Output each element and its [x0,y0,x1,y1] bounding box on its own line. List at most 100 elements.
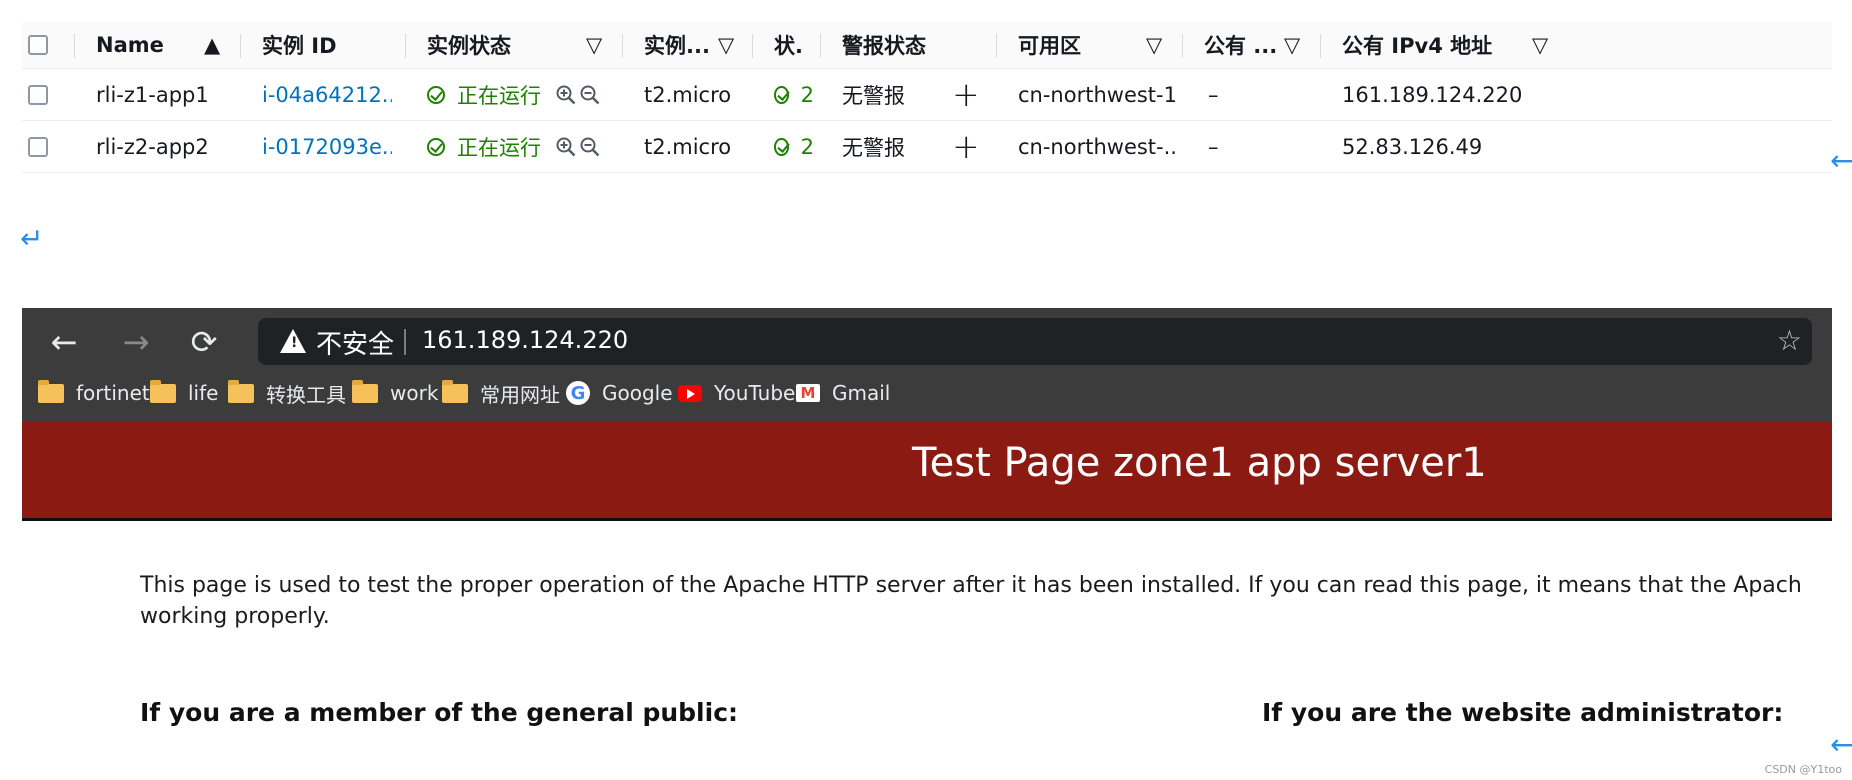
add-alarm-button[interactable]: + [952,121,976,172]
col-dns-header[interactable]: 公有 ... [1204,22,1284,68]
col-name-header[interactable]: Name [96,22,220,68]
google-icon: G [566,381,590,405]
select-all-cell [28,22,52,68]
alarm-status: 无警报 [842,135,905,160]
status-check-label: 2 [800,82,814,107]
folder-icon [150,379,176,403]
table-row[interactable]: rli-z2-app2 i-0172093e... 正在运行 t2.micro … [22,121,1832,173]
reload-icon[interactable]: ⟳ [184,322,224,362]
col-type-header[interactable]: 实例... [644,22,714,68]
col-alarm-label: 警报状态 [842,34,926,58]
public-ip: 161.189.124.220 [1342,82,1523,107]
bookmark-life[interactable]: life [150,372,218,414]
row-select-cell [28,69,52,120]
status-check[interactable]: 2 [774,121,814,172]
row-checkbox[interactable] [28,136,48,157]
browser-window: ← → ⟳ ! 不安全 161.189.124.220 ☆ fortinet l… [22,308,1832,780]
bookmark-label: work [390,381,439,405]
status-check[interactable]: 2 [774,69,814,120]
zoom-out-icon[interactable] [580,85,600,105]
bookmark-common-sites[interactable]: 常用网址 [442,372,560,414]
col-state-label: 实例状态 [427,34,511,58]
zoom-out-icon[interactable] [580,137,600,157]
add-alarm-button[interactable]: + [952,69,976,120]
description-line: This page is used to test the proper ope… [140,573,1802,598]
filter-dropdown-icon[interactable]: ▽ [1284,22,1302,68]
status-check-label: 2 [800,134,814,159]
filter-dropdown-icon[interactable]: ▽ [1532,22,1550,68]
bookmarks-bar: fortinet life 转换工具 work 常用网址 G Google Yo… [22,372,1832,414]
col-instance-id-header[interactable]: 实例 ID [262,22,402,68]
col-zone-header[interactable]: 可用区 [1018,22,1138,68]
zoom-in-icon[interactable] [556,85,576,105]
col-divider [752,34,753,58]
forward-arrow-icon[interactable]: → [116,322,156,362]
instance-state-label: 正在运行 [457,135,541,160]
col-ip-label: 公有 IPv4 地址 [1342,34,1493,58]
col-divider [996,34,997,58]
check-circle-icon [774,137,789,156]
public-ip: 52.83.126.49 [1342,134,1483,159]
instance-state-label: 正在运行 [457,83,541,108]
select-all-checkbox[interactable] [28,35,48,55]
check-circle-icon [427,85,445,104]
add-favorite-icon[interactable]: ☆ [1777,324,1802,357]
instance-name: rli-z1-app1 [96,82,209,107]
bookmark-label: life [188,381,219,405]
instance-id-link[interactable]: i-04a64212... [262,69,392,120]
page-banner: Test Page zone1 app server1 [22,422,1832,521]
description-line: working properly. [140,604,330,629]
arrow-left-icon: ← [1830,144,1852,177]
bookmark-label: 转换工具 [266,382,346,407]
col-divider [820,34,821,58]
col-ip-header[interactable]: 公有 IPv4 地址 [1342,22,1512,68]
col-name-label: Name [96,33,164,57]
bookmark-youtube[interactable]: YouTube [678,372,795,414]
bookmark-fortinet[interactable]: fortinet [38,372,150,414]
folder-icon [228,379,254,403]
col-instance-id-label: 实例 ID [262,34,337,58]
url-text[interactable]: 161.189.124.220 [422,326,628,354]
filter-dropdown-icon[interactable]: ▽ [1146,22,1164,68]
folder-icon [352,379,378,403]
not-secure-label[interactable]: 不安全 [316,324,394,361]
heading-general-public: If you are a member of the general publi… [140,698,739,727]
heading-website-admin: If you are the website administrator: [1262,698,1784,727]
public-dns: – [1208,134,1219,159]
back-arrow-icon[interactable]: ← [44,322,84,362]
bookmark-google[interactable]: G Google [566,372,673,414]
col-divider [74,34,75,58]
bookmark-converter-tools[interactable]: 转换工具 [228,372,346,414]
row-select-cell [28,121,52,172]
col-divider [1320,34,1321,58]
warning-exclamation: ! [291,335,298,351]
bookmark-label: fortinet [76,381,150,405]
bookmark-label: Google [602,381,673,405]
filter-dropdown-icon[interactable]: ▽ [586,22,604,68]
instance-id-link[interactable]: i-0172093e... [262,121,392,172]
page-title: Test Page zone1 app server1 [912,440,1487,486]
col-type-label: 实例... [644,34,710,58]
col-status-check-header[interactable]: 状. [774,22,814,68]
bookmark-gmail[interactable]: M Gmail [796,372,890,414]
table-row[interactable]: rli-z1-app1 i-04a64212... 正在运行 t2.micro … [22,69,1832,121]
instance-state: 正在运行 [427,121,557,172]
zoom-in-icon[interactable] [556,137,576,157]
browser-toolbar: ← → ⟳ ! 不安全 161.189.124.220 ☆ fortinet l… [22,308,1832,422]
col-divider [240,34,241,58]
instance-type: t2.micro [644,82,732,107]
gmail-icon: M [796,384,820,402]
col-state-header[interactable]: 实例状态 [427,22,577,68]
row-checkbox[interactable] [28,84,48,105]
bookmark-label: 常用网址 [480,382,560,407]
check-circle-icon [427,137,445,156]
col-dns-label: 公有 ... [1204,34,1278,58]
address-bar[interactable]: ! 不安全 161.189.124.220 ☆ [258,318,1812,365]
page-description: This page is used to test the proper ope… [140,570,1834,632]
col-alarm-header[interactable]: 警报状态 [842,22,982,68]
check-circle-icon [774,85,789,104]
col-zone-label: 可用区 [1018,34,1081,58]
sort-ascending-icon[interactable]: ▲ [204,22,224,68]
bookmark-work[interactable]: work [352,372,438,414]
filter-dropdown-icon[interactable]: ▽ [718,22,736,68]
